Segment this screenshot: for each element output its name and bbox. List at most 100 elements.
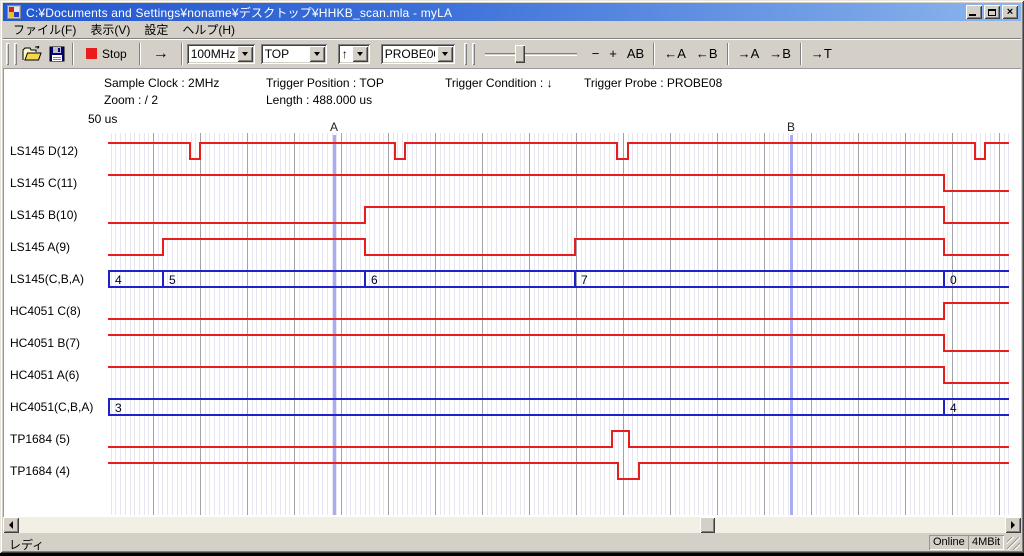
goto-cursor-b-button[interactable]: ←B <box>691 44 723 63</box>
scrollbar-thumb[interactable] <box>700 517 715 533</box>
menu-settings[interactable]: 設定 <box>137 20 175 40</box>
trigger-probe-info: Trigger Probe : PROBE08 <box>584 76 722 90</box>
status-message: レディ <box>9 536 44 553</box>
time-division-label: 50 us <box>88 112 117 126</box>
zoom-slider-handle[interactable] <box>515 45 525 63</box>
window-title: C:¥Documents and Settings¥noname¥デスクトップ¥… <box>26 4 966 21</box>
stop-button[interactable]: Stop <box>78 43 135 65</box>
toolbar-separator <box>653 43 655 65</box>
channel-label: HC4051 A(6) <box>10 367 79 383</box>
memory-size-panel: 4MBit <box>968 535 1004 550</box>
open-folder-icon <box>22 46 42 62</box>
waveform-client: Sample Clock : 2MHz Trigger Position : T… <box>3 68 1021 517</box>
trigger-position-combo[interactable]: TOP <box>261 44 327 64</box>
channel-trace-4: 45670 <box>108 271 1009 287</box>
channel-label: LS145(C,B,A) <box>10 271 84 287</box>
combo-dropdown-button[interactable] <box>309 46 325 62</box>
chevron-down-icon <box>242 52 248 59</box>
channel-label: LS145 B(10) <box>10 207 77 223</box>
arrow-left-icon <box>5 521 13 529</box>
channel-label: LS145 D(12) <box>10 143 78 159</box>
chevron-down-icon <box>442 52 448 59</box>
menubar: ファイル(F) 表示(V) 設定 ヘルプ(H) <box>3 21 1021 38</box>
combo-dropdown-button[interactable] <box>237 46 253 62</box>
toolbar-separator <box>727 43 729 65</box>
length-info: Length : 488.000 us <box>266 93 372 107</box>
toolbar-grip[interactable] <box>464 43 467 65</box>
cursor-B-line <box>790 135 793 515</box>
channel-label: TP1684 (5) <box>10 431 70 447</box>
maximize-icon <box>988 9 996 16</box>
sample-clock-combo[interactable]: 100MHz <box>187 44 255 64</box>
scroll-right-button[interactable] <box>1005 517 1021 533</box>
channel-label: HC4051 C(8) <box>10 303 81 319</box>
maximize-button[interactable] <box>984 5 1000 19</box>
menu-view[interactable]: 表示(V) <box>83 20 137 40</box>
set-cursor-b-button[interactable]: →B <box>764 44 796 63</box>
channel-label: HC4051 B(7) <box>10 335 80 351</box>
close-icon: × <box>1007 7 1013 18</box>
save-file-button[interactable] <box>45 43 68 65</box>
combo-dropdown-button[interactable] <box>352 46 368 62</box>
trigger-probe-combo[interactable]: PROBE00 <box>381 44 455 64</box>
zoom-info: Zoom : / 2 <box>104 93 158 107</box>
close-button[interactable]: × <box>1002 5 1018 19</box>
resize-grip-icon[interactable] <box>1007 537 1020 550</box>
chevron-down-icon <box>357 52 363 59</box>
set-cursor-a-button[interactable]: →A <box>733 44 765 63</box>
toolbar-separator <box>181 43 183 65</box>
goto-cursor-a-button[interactable]: ←A <box>659 44 691 63</box>
trigger-edge-combo[interactable]: ↑ <box>338 44 370 64</box>
toolbar-separator <box>72 43 74 65</box>
zoom-out-button[interactable]: − <box>587 44 605 63</box>
channel-trace-0 <box>108 143 1009 159</box>
ab-span-button[interactable]: AB <box>622 44 649 63</box>
channel-label: LS145 C(11) <box>10 175 77 191</box>
menu-file[interactable]: ファイル(F) <box>6 20 83 40</box>
cursor-A-label: A <box>330 120 338 134</box>
stop-icon <box>86 48 97 59</box>
toolbar-grip[interactable] <box>14 43 17 65</box>
bus-value: 0 <box>950 273 957 287</box>
channel-label: HC4051(C,B,A) <box>10 399 93 415</box>
toolbar-separator <box>139 43 141 65</box>
toolbar-separator <box>800 43 802 65</box>
zoom-in-button[interactable]: + <box>604 44 622 63</box>
toolbar-grip[interactable] <box>472 43 475 65</box>
run-button[interactable]: → <box>145 43 177 65</box>
bus-value: 4 <box>115 273 122 287</box>
trigger-condition-info: Trigger Condition : ↓ <box>445 76 553 90</box>
combo-dropdown-button[interactable] <box>437 46 453 62</box>
minimize-button[interactable] <box>966 5 982 19</box>
titlebar[interactable]: C:¥Documents and Settings¥noname¥デスクトップ¥… <box>3 3 1021 21</box>
channel-trace-9 <box>108 431 1009 447</box>
cursor-B-label: B <box>787 120 795 134</box>
zoom-slider[interactable] <box>485 43 577 65</box>
channel-trace-10 <box>108 463 1009 479</box>
scroll-left-button[interactable] <box>3 517 19 533</box>
bus-value: 7 <box>581 273 588 287</box>
menu-help[interactable]: ヘルプ(H) <box>175 20 242 40</box>
bus-value: 3 <box>115 401 122 415</box>
trigger-position-info: Trigger Position : TOP <box>266 76 384 90</box>
waveform-area[interactable]: 4567034 <box>108 133 1009 515</box>
channel-label: LS145 A(9) <box>10 239 70 255</box>
channel-label: TP1684 (4) <box>10 463 70 479</box>
arrow-right-icon <box>1011 521 1019 529</box>
channel-trace-1 <box>108 175 1009 191</box>
channel-trace-7 <box>108 367 1009 383</box>
app-window: C:¥Documents and Settings¥noname¥デスクトップ¥… <box>0 0 1024 553</box>
minimize-icon <box>969 14 976 16</box>
app-icon <box>6 4 22 20</box>
zoom-slider-track <box>485 53 577 56</box>
bus-value: 6 <box>371 273 378 287</box>
toolbar: Stop → 100MHz TOP ↑ PROBE00 − <box>3 38 1021 68</box>
bus-value: 4 <box>950 401 957 415</box>
sample-clock-info: Sample Clock : 2MHz <box>104 76 219 90</box>
goto-trigger-button[interactable]: →T <box>806 44 837 63</box>
horizontal-scrollbar[interactable] <box>3 517 1021 533</box>
online-status-panel: Online <box>929 535 969 550</box>
waveform-svg: 4567034 <box>108 133 1009 515</box>
toolbar-grip[interactable] <box>6 43 9 65</box>
open-file-button[interactable] <box>19 43 45 65</box>
